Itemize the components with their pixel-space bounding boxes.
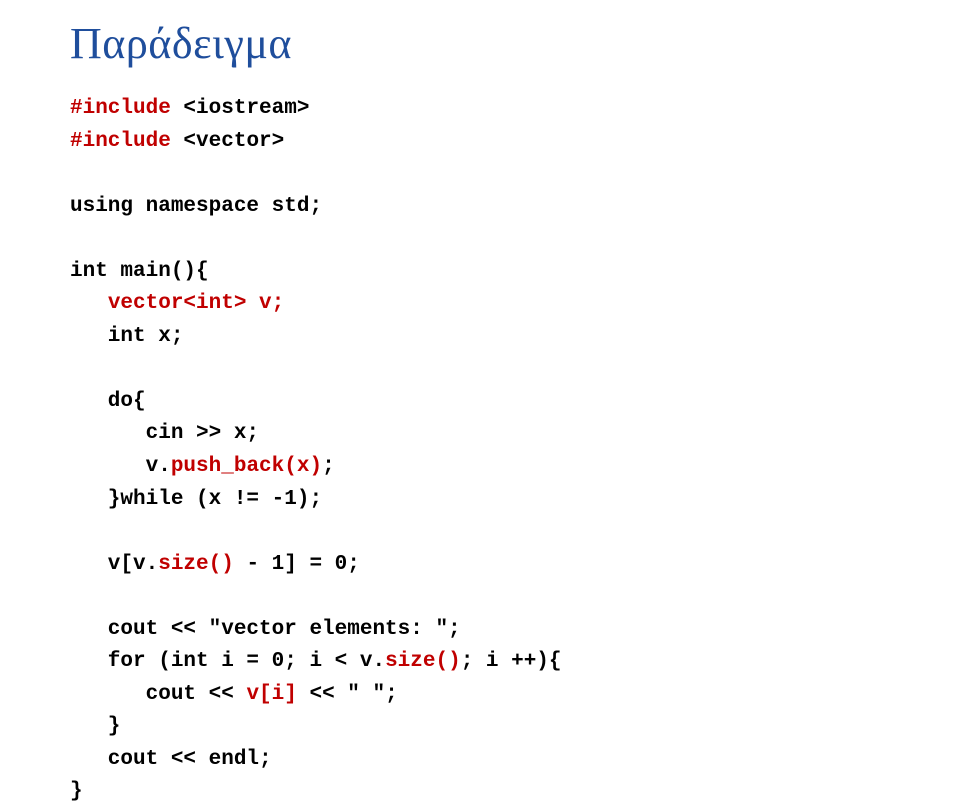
code-preproc: #include [70, 130, 171, 153]
code-text: <vector> [171, 130, 284, 153]
code-text: int main(){ [70, 260, 209, 283]
code-text: do{ [70, 390, 146, 413]
code-text: v. [70, 455, 171, 478]
code-text: cout << endl; [70, 748, 272, 771]
slide-title: Παράδειγμα [70, 18, 890, 69]
code-text: << " "; [297, 683, 398, 706]
code-text: <iostream> [171, 97, 310, 120]
code-text: } [70, 715, 120, 738]
code-text: ; i ++){ [461, 650, 562, 673]
code-text: for (int i = 0; i < v. [70, 650, 385, 673]
code-text: cout << [70, 683, 246, 706]
code-block: #include <iostream> #include <vector> us… [70, 93, 890, 809]
code-text [70, 292, 108, 315]
code-preproc: #include [70, 97, 171, 120]
code-highlight: size() [385, 650, 461, 673]
code-highlight: push_back(x) [171, 455, 322, 478]
code-highlight: v[i] [246, 683, 296, 706]
code-text: - 1] = 0; [234, 553, 360, 576]
code-text: } [70, 780, 83, 803]
code-text: using namespace std; [70, 195, 322, 218]
code-text: v[v. [70, 553, 158, 576]
code-text: }while (x != -1); [70, 488, 322, 511]
code-text: cin >> x; [70, 422, 259, 445]
code-highlight: vector<int> v; [108, 292, 284, 315]
code-text: ; [322, 455, 335, 478]
code-text: int x; [70, 325, 183, 348]
code-highlight: size() [158, 553, 234, 576]
code-text: cout << "vector elements: "; [70, 618, 461, 641]
